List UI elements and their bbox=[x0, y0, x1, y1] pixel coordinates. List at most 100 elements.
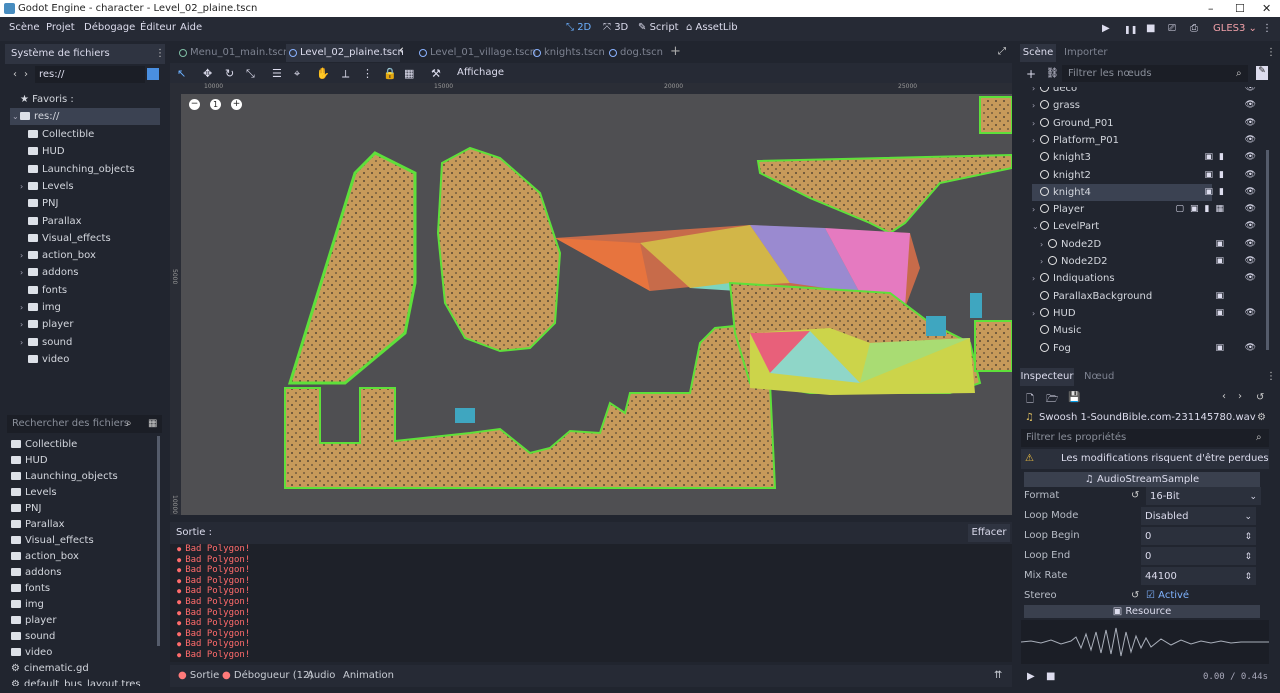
fs-list-item[interactable]: addons bbox=[11, 564, 62, 581]
scene-tab[interactable]: Menu_01_main.tscn bbox=[176, 44, 289, 62]
expand-arrow-icon[interactable]: › bbox=[1032, 201, 1040, 218]
scene-node-row[interactable]: knight3 bbox=[1032, 149, 1091, 166]
scene-node-row[interactable]: knight4 bbox=[1032, 183, 1212, 201]
expand-arrow-icon[interactable]: › bbox=[20, 316, 28, 333]
visibility-eye-icon[interactable]: 👁 bbox=[1245, 170, 1256, 180]
tab-animation[interactable]: Animation bbox=[343, 670, 394, 681]
open-folder-icon[interactable]: 🗁 bbox=[1046, 392, 1058, 409]
fs-list-item[interactable]: action_box bbox=[11, 548, 79, 565]
node-badge-icons[interactable]: ▣▮ bbox=[1205, 170, 1230, 180]
expand-arrow-icon[interactable]: › bbox=[1032, 305, 1040, 322]
property-filter-input[interactable]: Filtrer les propriétés bbox=[1021, 429, 1269, 447]
back-icon[interactable]: ‹ bbox=[13, 69, 17, 80]
expand-arrow-icon[interactable]: › bbox=[20, 299, 28, 316]
expand-arrow-icon[interactable]: › bbox=[1040, 253, 1048, 270]
rotate-tool-icon[interactable]: ↻ bbox=[225, 67, 234, 80]
tab-scene[interactable]: Scène bbox=[1020, 44, 1056, 62]
scene-node-row[interactable]: › Node2D2 bbox=[1040, 253, 1108, 270]
new-tab-icon[interactable]: + bbox=[670, 44, 681, 59]
maximize-button[interactable]: ☐ bbox=[1235, 0, 1245, 17]
fs-list-item[interactable]: Collectible bbox=[11, 436, 77, 453]
fs-list-item[interactable]: sound bbox=[11, 628, 55, 645]
node-badge-icons[interactable]: ▣▮ bbox=[1205, 152, 1230, 162]
tab-inspector[interactable]: Inspecteur bbox=[1020, 368, 1074, 386]
fs-list-item[interactable]: Visual_effects bbox=[11, 532, 94, 549]
object-properties-icon[interactable]: ⚙ bbox=[1257, 412, 1266, 423]
fs-folder-row[interactable]: › addons bbox=[20, 264, 79, 281]
expand-arrow-icon[interactable]: › bbox=[20, 178, 28, 195]
lock-icon[interactable]: 🔒 bbox=[383, 67, 397, 80]
scene-tab[interactable]: knights.tscn bbox=[530, 44, 605, 62]
history-icon[interactable]: ↺ bbox=[1256, 392, 1264, 403]
dock-menu-icon[interactable]: ⋮ bbox=[1266, 371, 1276, 382]
visibility-eye-icon[interactable]: 👁 bbox=[1245, 239, 1256, 249]
history-back-icon[interactable]: ‹ bbox=[1222, 391, 1226, 402]
expand-arrow-icon[interactable]: › bbox=[20, 247, 28, 264]
pause-icon[interactable]: ❚❚ bbox=[1124, 25, 1137, 34]
visibility-eye-icon[interactable]: 👁 bbox=[1245, 273, 1256, 283]
visibility-eye-icon[interactable]: 👁 bbox=[1245, 87, 1256, 93]
viewport-2d[interactable]: 10000 15000 20000 25000 5000 10000 − 1 + bbox=[170, 83, 1012, 515]
favorites-row[interactable]: ★ Favoris : bbox=[20, 91, 74, 108]
new-resource-icon[interactable]: 🗋 bbox=[1026, 392, 1034, 409]
expand-arrow-icon[interactable]: › bbox=[1032, 115, 1040, 132]
scene-node-row[interactable]: › Platform_P01 bbox=[1032, 132, 1119, 149]
workspace-assetlib[interactable]: ⌂ AssetLib bbox=[686, 22, 738, 33]
scene-node-row[interactable]: Music bbox=[1032, 322, 1081, 339]
play-custom-scene-icon[interactable]: ⎙ bbox=[1190, 23, 1198, 34]
menu-help[interactable]: Aide bbox=[180, 22, 202, 33]
visibility-eye-icon[interactable]: 👁 bbox=[1245, 343, 1256, 353]
fs-folder-row[interactable]: Collectible bbox=[20, 126, 94, 143]
expand-arrow-icon[interactable]: › bbox=[1032, 87, 1040, 97]
expand-arrow-icon[interactable]: › bbox=[1032, 97, 1040, 114]
fs-folder-row[interactable]: Visual_effects bbox=[20, 230, 111, 247]
revert-icon[interactable]: ↺ bbox=[1131, 586, 1139, 606]
scale-tool-icon[interactable]: ⤡ bbox=[246, 67, 255, 81]
split-mode-icon[interactable] bbox=[147, 68, 159, 80]
stop-preview-icon[interactable]: ■ bbox=[1046, 671, 1055, 682]
fs-list-item[interactable]: video bbox=[11, 644, 52, 661]
fullscreen-icon[interactable]: ⤢ bbox=[998, 46, 1006, 57]
zoom-in-button[interactable]: + bbox=[231, 99, 242, 110]
fs-folder-row[interactable]: › img bbox=[20, 299, 61, 316]
snap-options-icon[interactable]: ⋮ bbox=[362, 67, 373, 80]
node-badge-icons[interactable]: ▣ bbox=[1215, 256, 1230, 266]
visibility-eye-icon[interactable]: 👁 bbox=[1245, 135, 1256, 145]
view-menu[interactable]: Affichage bbox=[457, 67, 504, 78]
move-tool-icon[interactable]: ✥ bbox=[203, 67, 212, 80]
scene-node-row[interactable]: Fog bbox=[1032, 340, 1071, 357]
scene-node-row[interactable]: › deco bbox=[1032, 87, 1077, 97]
scene-node-row[interactable]: ⌄ LevelPart bbox=[1032, 218, 1099, 235]
save-icon[interactable]: 💾 bbox=[1068, 392, 1080, 403]
scene-node-row[interactable]: › HUD bbox=[1032, 305, 1076, 322]
node-badge-icons[interactable]: ▢▣▮▦ bbox=[1176, 204, 1230, 214]
tab-debugger[interactable]: ● Débogueur (12) bbox=[222, 670, 313, 681]
scene-tab[interactable]: Level_02_plaine.tscn bbox=[286, 44, 404, 62]
expand-arrow-icon[interactable]: › bbox=[20, 264, 28, 281]
fs-list-item[interactable]: Launching_objects bbox=[11, 468, 118, 485]
scene-node-row[interactable]: › Player bbox=[1032, 201, 1084, 218]
fs-folder-row[interactable]: › Levels bbox=[20, 178, 74, 195]
fs-folder-row[interactable]: Launching_objects bbox=[20, 161, 135, 178]
scene-node-row[interactable]: › Ground_P01 bbox=[1032, 115, 1114, 132]
fs-folder-row[interactable]: PNJ bbox=[20, 195, 58, 212]
zoom-reset-button[interactable]: 1 bbox=[210, 99, 221, 110]
expand-arrow-icon[interactable]: › bbox=[20, 334, 28, 351]
tab-import[interactable]: Importer bbox=[1064, 44, 1107, 62]
play-scene-icon[interactable]: ⎚ bbox=[1168, 23, 1176, 34]
close-window-button[interactable]: ✕ bbox=[1262, 0, 1271, 17]
zoom-out-button[interactable]: − bbox=[189, 99, 200, 110]
fs-folder-row[interactable]: HUD bbox=[20, 143, 65, 160]
fs-list-item[interactable]: Parallax bbox=[11, 516, 65, 533]
fs-folder-row[interactable]: video bbox=[20, 351, 69, 368]
fs-folder-row[interactable]: › player bbox=[20, 316, 73, 333]
property-value-field[interactable]: 16-Bit ⌄ bbox=[1146, 487, 1261, 505]
fs-folder-row[interactable]: fonts bbox=[20, 282, 67, 299]
menu-project[interactable]: Projet bbox=[46, 22, 75, 33]
history-forward-icon[interactable]: › bbox=[1238, 391, 1242, 402]
menu-debug[interactable]: Débogage bbox=[84, 22, 135, 33]
node-badge-icons[interactable]: ▣ bbox=[1215, 291, 1230, 301]
select-tool-icon[interactable]: ↖ bbox=[177, 67, 186, 80]
ruler-tool-icon[interactable]: ⟂ bbox=[342, 67, 349, 81]
group-icon[interactable]: ▦ bbox=[404, 67, 414, 80]
